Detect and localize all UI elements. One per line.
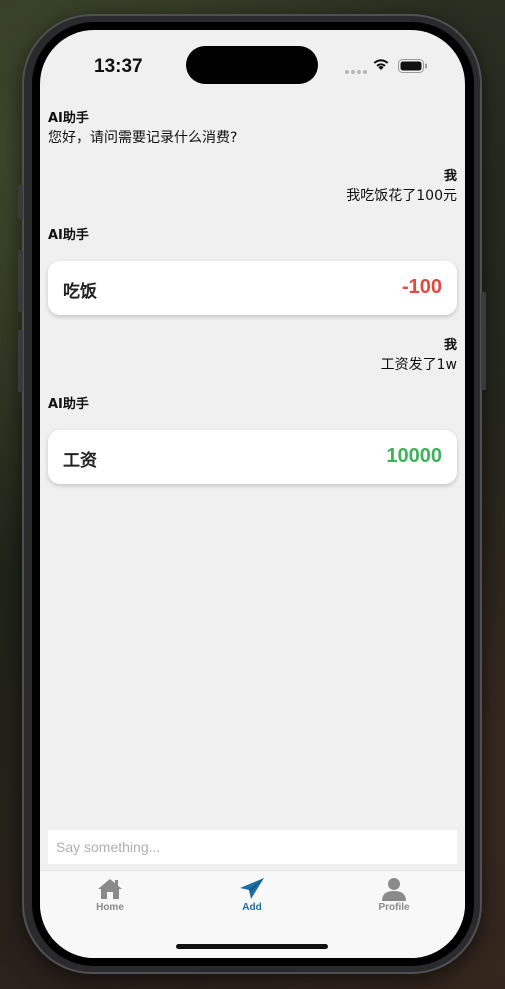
message-text: 我吃饭花了100元: [346, 188, 457, 204]
power-button: [481, 292, 486, 390]
volume-down-button: [18, 330, 23, 392]
message-text: 您好，请问需要记录什么消费?: [48, 130, 238, 146]
message-user: 我 工资发了1w: [48, 337, 457, 375]
status-bar: 13:37: [40, 30, 465, 102]
sender-name: 我: [443, 338, 457, 353]
transaction-category: 工资: [63, 451, 97, 471]
tab-profile[interactable]: Profile: [344, 877, 444, 923]
dynamic-island: [186, 46, 318, 84]
message-user: 我 我吃饭花了100元: [48, 168, 457, 206]
battery-icon: [398, 59, 427, 73]
phone-screen: 13:37 AI助手 您好，请问需要记录什么消费? 我 我吃饭花了100元 AI…: [40, 30, 465, 958]
cellular-signal-icon: [345, 70, 367, 74]
message-assistant: AI助手 您好，请问需要记录什么消费?: [48, 110, 457, 148]
transaction-card[interactable]: 工资 10000: [48, 430, 457, 484]
wifi-icon: [373, 59, 389, 70]
transaction-amount: 10000: [386, 445, 442, 467]
message-assistant: AI助手: [48, 396, 457, 414]
home-icon: [98, 879, 122, 899]
status-time: 13:37: [94, 56, 143, 77]
sender-name: AI助手: [48, 111, 89, 126]
tab-label: Profile: [378, 902, 410, 913]
transaction-card[interactable]: 吃饭 -100: [48, 261, 457, 315]
tab-label: Add: [242, 902, 262, 913]
sender-name: AI助手: [48, 397, 89, 412]
sender-name: 我: [443, 169, 457, 184]
message-input[interactable]: [48, 830, 457, 864]
tab-add[interactable]: Add: [202, 877, 302, 923]
message-text: 工资发了1w: [380, 357, 457, 373]
transaction-amount: -100: [401, 276, 442, 298]
sender-name: AI助手: [48, 228, 89, 243]
message-input-container: [48, 830, 457, 864]
paper-plane-icon: [240, 878, 264, 899]
message-assistant: AI助手: [48, 227, 457, 245]
home-indicator[interactable]: [176, 944, 328, 949]
tab-home[interactable]: Home: [60, 877, 160, 923]
transaction-category: 吃饭: [63, 282, 97, 302]
tab-label: Home: [96, 902, 124, 913]
silent-switch: [18, 185, 23, 219]
volume-up-button: [18, 250, 23, 312]
person-icon: [382, 878, 406, 901]
